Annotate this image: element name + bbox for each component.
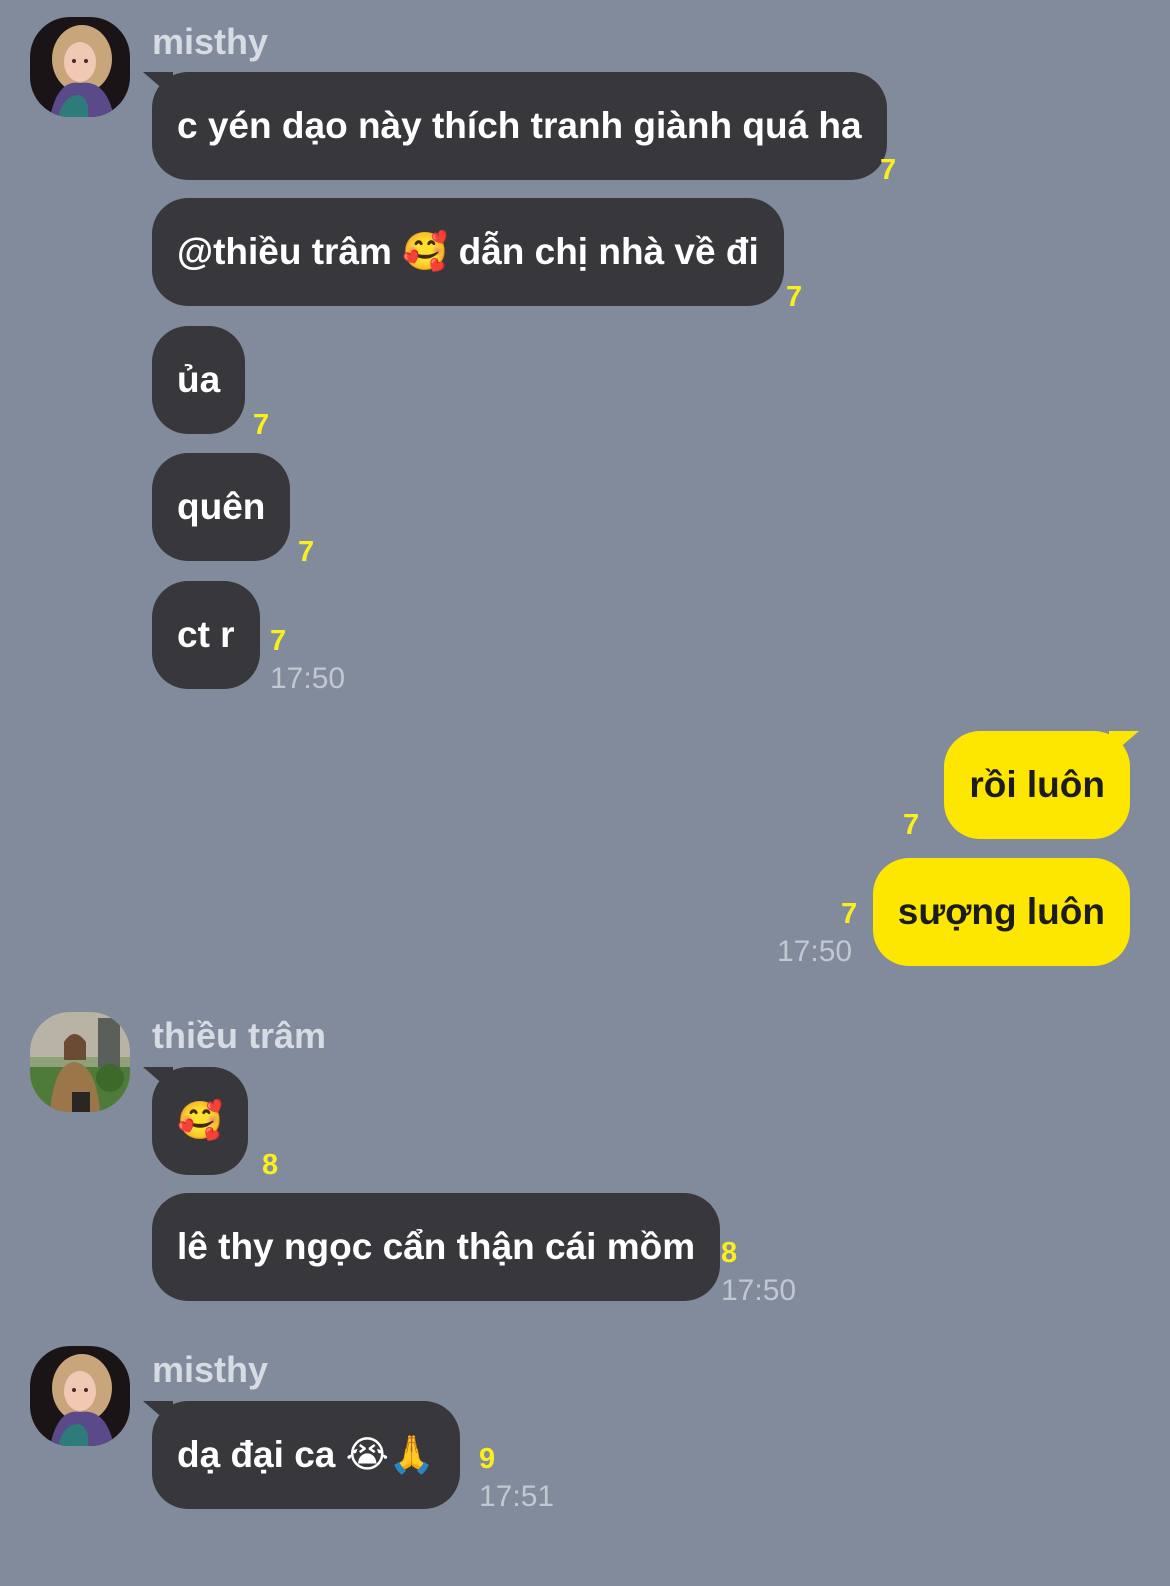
- message-text: ct r: [177, 614, 235, 655]
- sender-name: misthy: [152, 21, 269, 62]
- unread-count: 7: [841, 898, 858, 930]
- message-text: @thiều trâm 🥰 dẫn chị nhà về đi: [177, 231, 759, 272]
- unread-count: 9: [479, 1443, 496, 1475]
- bubble-tail: [143, 1401, 173, 1427]
- message-bubble-outgoing[interactable]: rồi luôn: [944, 731, 1139, 839]
- bubble-tail: [143, 72, 173, 98]
- profile-photo-icon: [30, 17, 130, 117]
- message-bubble[interactable]: c yén dạo này thích tranh giành quá ha: [143, 72, 887, 180]
- avatar-thieu-tram[interactable]: [30, 1012, 130, 1112]
- message-text: sượng luôn: [897, 891, 1105, 932]
- unread-count: 7: [298, 536, 315, 568]
- message-bubble[interactable]: lê thy ngọc cẩn thận cái mồm: [152, 1193, 721, 1301]
- profile-photo-icon: [30, 1346, 130, 1446]
- unread-count: 8: [721, 1237, 738, 1269]
- unread-count: 7: [270, 625, 287, 657]
- message-timestamp: 17:50: [777, 935, 853, 968]
- message-bubble[interactable]: @thiều trâm 🥰 dẫn chị nhà về đi: [152, 198, 784, 306]
- message-timestamp: 17:50: [270, 662, 346, 695]
- message-bubble[interactable]: ủa: [152, 326, 246, 434]
- avatar-misthy[interactable]: [30, 1346, 130, 1446]
- profile-photo-icon: [30, 1012, 130, 1112]
- message-timestamp: 17:50: [721, 1274, 797, 1307]
- unread-count: 7: [786, 281, 803, 313]
- message-text: quên: [177, 486, 266, 527]
- sender-name: thiều trâm: [152, 1015, 327, 1056]
- message-timestamp: 17:51: [479, 1480, 555, 1513]
- message-bubble[interactable]: dạ đại ca 😭🙏: [143, 1401, 460, 1509]
- unread-count: 8: [262, 1149, 279, 1181]
- bubble-tail: [1109, 731, 1139, 757]
- message-text: ủa: [177, 359, 221, 400]
- avatar-misthy[interactable]: [30, 17, 130, 117]
- message-bubble[interactable]: ct r: [152, 581, 260, 689]
- message-text: 🥰: [177, 1099, 224, 1142]
- message-bubble[interactable]: quên: [152, 453, 291, 561]
- message-bubble-outgoing[interactable]: sượng luôn: [872, 858, 1130, 966]
- unread-count: 7: [903, 809, 920, 841]
- unread-count: 7: [880, 154, 897, 186]
- message-bubble[interactable]: 🥰: [143, 1067, 249, 1175]
- message-text: c yén dạo này thích tranh giành quá ha: [177, 105, 862, 146]
- message-text: rồi luôn: [969, 764, 1105, 805]
- bubble-tail: [143, 1067, 173, 1093]
- sender-name: misthy: [152, 1349, 269, 1390]
- message-text: dạ đại ca 😭🙏: [177, 1434, 435, 1475]
- unread-count: 7: [253, 409, 270, 441]
- message-text: lê thy ngọc cẩn thận cái mồm: [177, 1226, 696, 1267]
